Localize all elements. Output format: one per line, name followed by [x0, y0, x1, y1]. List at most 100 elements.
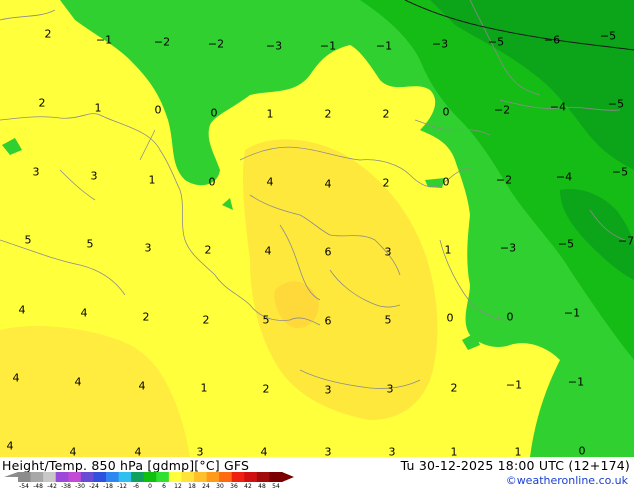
temperature-value: 3 — [324, 383, 332, 397]
temperature-value: −1 — [563, 306, 581, 320]
temperature-value: 2 — [44, 27, 52, 41]
value-labels: 2 −1 −2 −2 −3 −1 −1 −3 −5 −6 −5 2 1 0 0 1 2 2 0 −2 −4 −5 3 3 1 0 4… — [0, 0, 634, 458]
temperature-value: −1 — [319, 39, 337, 53]
temperature-value: 5 — [262, 313, 270, 327]
scale-swatch — [68, 472, 82, 482]
temperature-value: 4 — [324, 177, 332, 191]
temperature-value: 3 — [196, 445, 204, 458]
temperature-value: −7 — [617, 234, 634, 248]
temperature-value: 4 — [260, 445, 268, 458]
temperature-value: 2 — [142, 310, 150, 324]
scale-tick-label: 36 — [230, 483, 238, 490]
temperature-value: 1 — [148, 173, 156, 187]
scale-arrow-low — [4, 472, 18, 482]
temperature-value: 1 — [266, 107, 274, 121]
scale-tick-label: 30 — [216, 483, 224, 490]
temperature-value: −5 — [611, 165, 629, 179]
scale-swatch — [156, 472, 170, 482]
temperature-value: 2 — [262, 382, 270, 396]
scale-swatch — [30, 472, 44, 482]
temperature-value: 4 — [18, 303, 26, 317]
scale-tick-label: -42 — [47, 483, 57, 490]
temperature-value: 1 — [94, 101, 102, 115]
temperature-value: −1 — [505, 378, 523, 392]
temperature-value: 4 — [80, 306, 88, 320]
scale-swatch — [206, 472, 220, 482]
temperature-value: 0 — [154, 103, 162, 117]
temperature-value: 4 — [266, 175, 274, 189]
temperature-value: 3 — [144, 241, 152, 255]
scale-swatch — [181, 472, 195, 482]
temperature-value: 1 — [200, 381, 208, 395]
temperature-value: 0 — [442, 175, 450, 189]
temperature-value: −3 — [499, 241, 517, 255]
credit-link[interactable]: ©weatheronline.co.uk — [506, 474, 628, 487]
temperature-value: −1 — [567, 375, 585, 389]
scale-tick-label: 42 — [244, 483, 252, 490]
temperature-value: 3 — [32, 165, 40, 179]
temperature-value: 6 — [324, 314, 332, 328]
temperature-value: 0 — [578, 444, 586, 457]
scale-tick-label: -12 — [117, 483, 127, 490]
temperature-value: −5 — [487, 35, 505, 49]
temperature-value: −1 — [95, 33, 113, 47]
temperature-value: −4 — [549, 100, 567, 114]
temperature-value: 4 — [6, 439, 14, 453]
scale-swatch — [231, 472, 245, 482]
temperature-value: 2 — [450, 381, 458, 395]
temperature-value: −3 — [265, 39, 283, 53]
temperature-value: 2 — [204, 243, 212, 257]
scale-tick-label: -18 — [103, 483, 113, 490]
scale-tick-label: -6 — [133, 483, 139, 490]
temperature-value: 0 — [208, 175, 216, 189]
temperature-value: 3 — [324, 445, 332, 458]
scale-tick-label: -54 — [19, 483, 29, 490]
temperature-value: −2 — [493, 103, 511, 117]
temperature-value: 0 — [506, 310, 514, 324]
scale-tick-label: 48 — [258, 483, 266, 490]
temperature-value: 6 — [324, 245, 332, 259]
scale-swatch — [256, 472, 270, 482]
scale-arrow-high — [282, 472, 294, 482]
scale-tick-label: -48 — [33, 483, 43, 490]
scale-swatch — [55, 472, 69, 482]
scale-tick-label: -24 — [89, 483, 99, 490]
valid-time: Tu 30-12-2025 18:00 UTC (12+174) — [400, 458, 630, 473]
temperature-value: 3 — [90, 169, 98, 183]
temperature-value: 2 — [382, 176, 390, 190]
temperature-value: 5 — [86, 237, 94, 251]
temperature-value: 5 — [384, 313, 392, 327]
temperature-value: −3 — [431, 37, 449, 51]
temperature-value: 4 — [138, 379, 146, 393]
temperature-value: 1 — [444, 243, 452, 257]
temperature-value: −5 — [607, 97, 625, 111]
temperature-value: −5 — [599, 29, 617, 43]
temperature-value: 1 — [514, 445, 522, 458]
temperature-value: −1 — [375, 39, 393, 53]
temperature-value: 0 — [442, 105, 450, 119]
temperature-value: 3 — [386, 382, 394, 396]
temperature-value: −2 — [207, 37, 225, 51]
temperature-value: 3 — [384, 245, 392, 259]
scale-swatch — [269, 472, 283, 482]
color-scale — [4, 472, 294, 482]
scale-swatch — [131, 472, 145, 482]
scale-swatch — [219, 472, 233, 482]
temperature-value: 4 — [74, 375, 82, 389]
temperature-value: 1 — [450, 445, 458, 458]
temperature-value: 0 — [210, 106, 218, 120]
temperature-value: 4 — [134, 445, 142, 458]
scale-tick-label: -30 — [75, 483, 85, 490]
temperature-value: 2 — [202, 313, 210, 327]
temperature-value: 3 — [388, 445, 396, 458]
scale-swatch — [43, 472, 57, 482]
scale-swatch — [118, 472, 132, 482]
scale-swatch — [194, 472, 208, 482]
scale-swatch — [18, 472, 32, 482]
scale-tick-label: 12 — [174, 483, 182, 490]
scale-swatch — [168, 472, 182, 482]
temperature-value: 2 — [324, 107, 332, 121]
temperature-value: 4 — [12, 371, 20, 385]
temperature-value: 0 — [446, 311, 454, 325]
temperature-value: 4 — [264, 244, 272, 258]
